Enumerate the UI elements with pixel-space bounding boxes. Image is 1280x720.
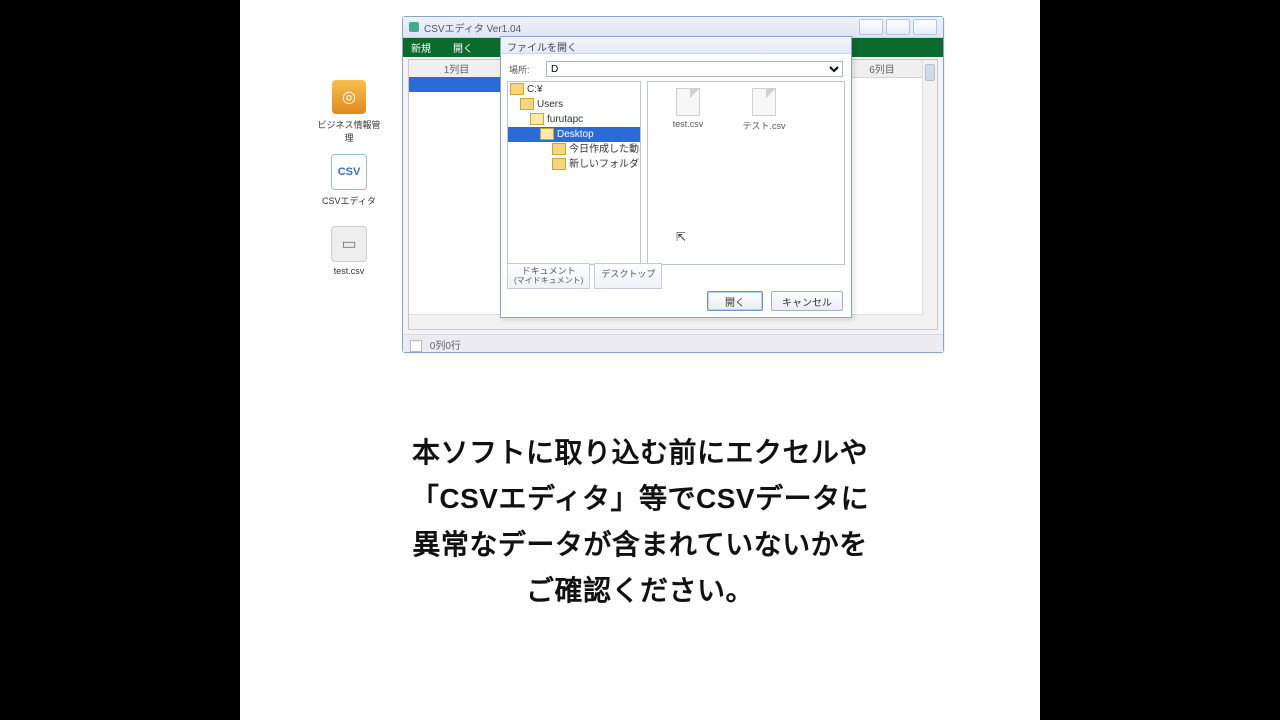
desktop-icon-label: test.csv [314,266,384,276]
scrollbar-thumb[interactable] [925,64,935,81]
close-button[interactable] [913,19,937,35]
document-icon [676,88,700,116]
app-icon: ◎ [332,80,366,114]
desktop-icon-csveditor[interactable]: CSV CSVエディタ [314,154,384,207]
maximize-button[interactable] [886,19,910,35]
tree-node-selected[interactable]: Desktop [508,127,640,142]
dialog-footer: 開く キャンセル [707,291,843,311]
tree-node[interactable]: 新しいフォルダー [508,157,640,172]
column-header[interactable]: 6列目 [842,60,923,78]
dialog-title[interactable]: ファイルを開く [501,37,851,54]
titlebar[interactable]: CSVエディタ Ver1.04 [403,17,943,38]
caption-line: 本ソフトに取り込む前にエクセルや [300,430,980,476]
selected-row[interactable] [409,77,504,92]
menu-open[interactable]: 開く [453,40,473,55]
look-in-label: 場所: [509,63,541,76]
caption-line: 異常なデータが含まれていないかを [300,522,980,568]
app-title: CSVエディタ Ver1.04 [424,20,521,35]
cancel-button[interactable]: キャンセル [771,291,843,311]
drive-select[interactable]: D [546,61,843,77]
places-bar: ドキュメント (マイドキュメント) デスクトップ [507,263,662,289]
place-documents[interactable]: ドキュメント (マイドキュメント) [507,263,590,289]
open-button[interactable]: 開く [707,291,763,311]
status-text: 0列0行 [430,341,461,352]
file-name: テスト.csv [734,119,794,132]
menu-new[interactable]: 新規 [411,40,431,55]
caption-line: ご確認ください。 [300,568,980,614]
status-icon [410,340,422,352]
vertical-scrollbar[interactable] [922,60,937,329]
open-file-dialog: ファイルを開く 場所: D C:¥ Users furutapc Desktop… [500,36,852,318]
desktop-stage: ◎ ビジネス情報管理 CSV CSVエディタ ▭ test.csv CSVエディ… [240,0,1040,720]
folder-tree[interactable]: C:¥ Users furutapc Desktop 今日作成した動画 新しいフ… [507,81,641,265]
caption-line: 「CSVエディタ」等でCSVデータに [300,476,980,522]
desktop-icon-label: ビジネス情報管理 [314,118,384,144]
file-item[interactable]: test.csv [658,88,718,129]
tree-node[interactable]: Users [508,97,640,112]
instruction-caption: 本ソフトに取り込む前にエクセルや 「CSVエディタ」等でCSVデータに 異常なデ… [300,430,980,614]
minimize-button[interactable] [859,19,883,35]
statusbar: 0列0行 [403,334,943,352]
app-title-icon [409,22,419,32]
column-header[interactable]: 1列目 [409,60,505,78]
desktop-icon-testcsv[interactable]: ▭ test.csv [314,226,384,276]
file-name: test.csv [658,119,718,129]
desktop-icon-business[interactable]: ◎ ビジネス情報管理 [314,80,384,144]
place-desktop[interactable]: デスクトップ [594,263,662,289]
look-in-row: 場所: D [501,54,851,84]
tree-node[interactable]: C:¥ [508,82,640,97]
file-item[interactable]: テスト.csv [734,88,794,132]
file-list[interactable]: test.csv テスト.csv ⇱ [647,81,845,265]
tree-node[interactable]: furutapc [508,112,640,127]
csv-icon: CSV [331,154,367,190]
tree-node[interactable]: 今日作成した動画 [508,142,640,157]
mouse-cursor-icon: ⇱ [676,230,686,244]
desktop-icon-label: CSVエディタ [314,194,384,207]
file-icon: ▭ [331,226,367,262]
document-icon [752,88,776,116]
